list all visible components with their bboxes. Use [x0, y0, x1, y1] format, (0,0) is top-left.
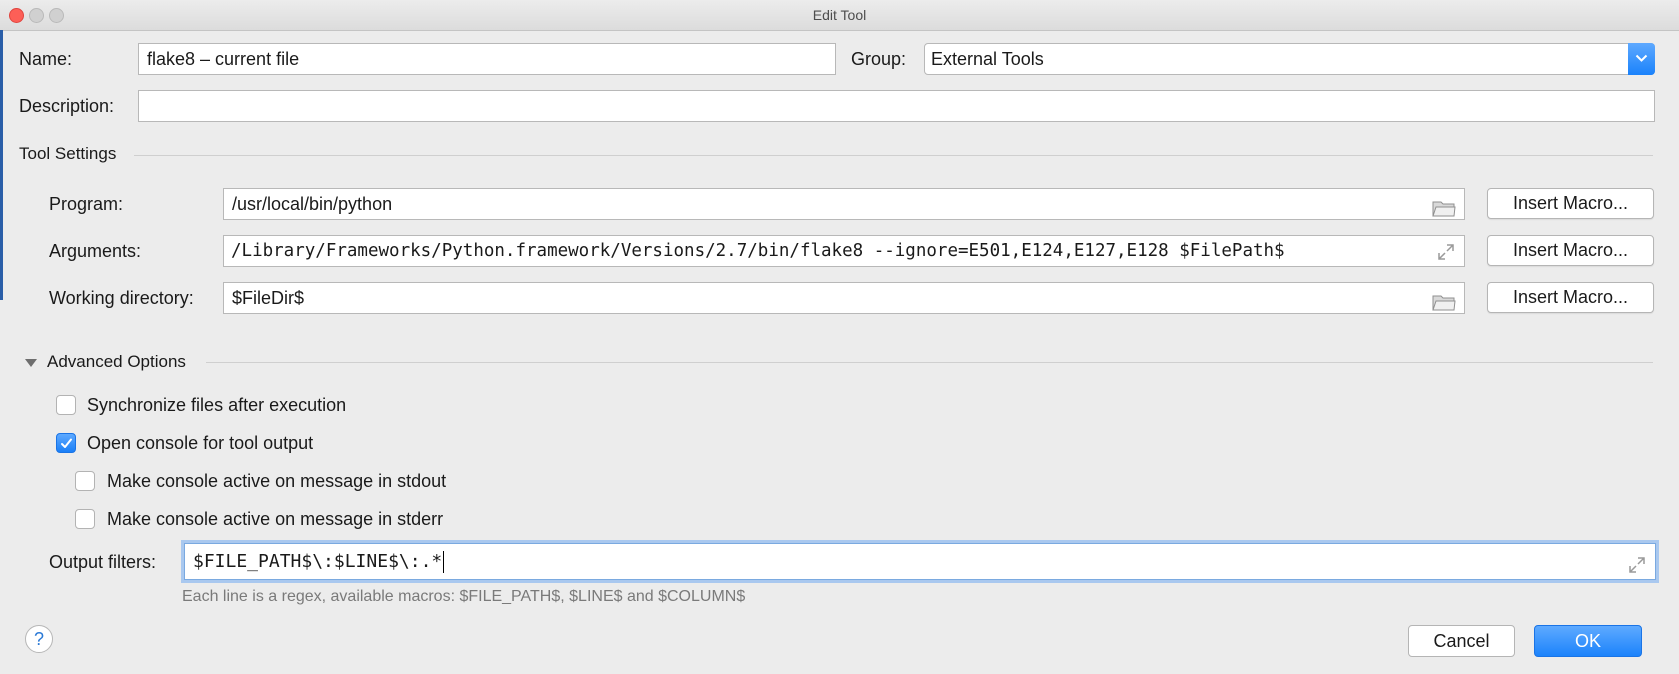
output-filters-hint: Each line is a regex, available macros: … — [182, 588, 746, 605]
title-bar: Edit Tool — [0, 0, 1679, 31]
triangle-down-icon[interactable] — [24, 357, 38, 369]
synchronize-files-checkbox[interactable] — [56, 395, 76, 415]
working-directory-label: Working directory: — [49, 288, 194, 308]
tool-settings-title: Tool Settings — [19, 144, 117, 163]
text-caret — [443, 551, 445, 573]
synchronize-files-label[interactable]: Synchronize files after execution — [87, 395, 346, 416]
edit-tool-dialog: Edit Tool Name: flake8 – current file Gr… — [0, 0, 1679, 674]
description-label: Description: — [19, 96, 115, 116]
name-field[interactable]: flake8 – current file — [138, 43, 836, 75]
chevron-down-icon[interactable] — [1628, 43, 1655, 75]
console-active-stderr-checkbox[interactable] — [75, 509, 95, 529]
output-filters-value: $FILE_PATH$\:$LINE$\:.* — [193, 551, 443, 572]
insert-macro-arguments-button[interactable]: Insert Macro... — [1487, 235, 1654, 266]
open-console-checkbox[interactable] — [56, 433, 76, 453]
window-title: Edit Tool — [812, 7, 867, 23]
insert-macro-program-button[interactable]: Insert Macro... — [1487, 188, 1654, 219]
working-directory-value: $FileDir$ — [232, 288, 305, 308]
console-active-stdout-checkbox[interactable] — [75, 471, 95, 491]
group-select[interactable]: External Tools — [924, 43, 1655, 75]
description-field[interactable] — [138, 90, 1655, 122]
open-console-label[interactable]: Open console for tool output — [87, 433, 313, 454]
section-divider — [134, 155, 1653, 156]
output-filters-field[interactable]: $FILE_PATH$\:$LINE$\:.* — [184, 543, 1656, 580]
help-button[interactable]: ? — [25, 625, 53, 653]
arguments-label: Arguments: — [49, 241, 142, 261]
advanced-options-title[interactable]: Advanced Options — [47, 352, 186, 372]
program-label: Program: — [49, 194, 124, 214]
group-select-value: External Tools — [931, 49, 1044, 69]
checkmark-icon — [61, 438, 72, 448]
section-divider — [206, 362, 1653, 363]
folder-icon[interactable] — [1432, 196, 1456, 219]
background-window-edge — [0, 30, 3, 300]
cancel-button[interactable]: Cancel — [1408, 625, 1515, 657]
ok-button[interactable]: OK — [1534, 625, 1642, 657]
program-field[interactable]: /usr/local/bin/python — [223, 188, 1465, 220]
console-active-stdout-label[interactable]: Make console active on message in stdout — [107, 471, 446, 492]
console-active-stderr-label[interactable]: Make console active on message in stderr — [107, 509, 443, 530]
output-filters-label: Output filters: — [49, 552, 157, 572]
working-directory-field[interactable]: $FileDir$ — [223, 282, 1465, 314]
name-label: Name: — [19, 49, 73, 69]
arguments-value: /Library/Frameworks/Python.framework/Ver… — [231, 241, 1285, 261]
group-label: Group: — [851, 49, 907, 69]
folder-icon[interactable] — [1432, 290, 1456, 313]
expand-icon[interactable] — [1627, 552, 1647, 587]
insert-macro-workdir-button[interactable]: Insert Macro... — [1487, 282, 1654, 313]
program-value: /usr/local/bin/python — [232, 194, 393, 214]
expand-icon[interactable] — [1436, 242, 1456, 266]
arguments-field[interactable]: /Library/Frameworks/Python.framework/Ver… — [223, 235, 1465, 267]
